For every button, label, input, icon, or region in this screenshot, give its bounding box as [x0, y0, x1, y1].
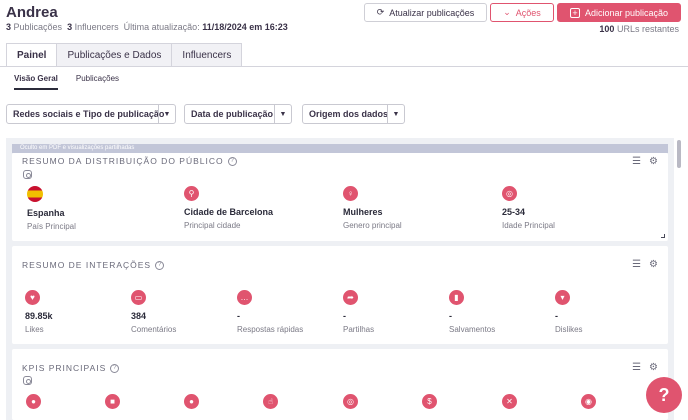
- help-icon[interactable]: ?: [227, 156, 237, 166]
- metric-quick-replies: … - Respostas rápidas: [237, 290, 303, 334]
- users-icon: ●: [184, 394, 199, 409]
- filter-data-origin[interactable]: Origem dos dados ▼: [302, 104, 405, 124]
- heart-icon: ♥: [25, 290, 40, 305]
- tab-influencers[interactable]: Influencers: [171, 43, 243, 67]
- filter-social-networks[interactable]: Redes sociais e Tipo de publicação ▼: [6, 104, 176, 124]
- publication-count: 3: [6, 22, 12, 32]
- main-tabs: Painel Publicações e Dados Influencers: [6, 43, 243, 67]
- card-title: KPIS PRINCIPAIS ?: [22, 363, 120, 373]
- target-icon: ◎: [343, 394, 358, 409]
- card-title: RESUMO DA DISTRIBUIÇÃO DO PÚBLICO ?: [22, 156, 237, 166]
- gear-icon[interactable]: ⚙: [649, 362, 658, 373]
- chevron-down-icon: ▼: [158, 105, 175, 123]
- comment-icon: ▭: [131, 290, 146, 305]
- actions-button[interactable]: ⌄ Ações: [490, 3, 554, 22]
- sub-tabs: Visão Geral Publicações: [14, 74, 119, 90]
- metric-top-country: Espanha País Principal: [27, 186, 76, 231]
- last-update-value: 11/18/2024 em 16:23: [202, 22, 288, 32]
- subtab-visao-geral[interactable]: Visão Geral: [14, 74, 58, 90]
- metric-top-city: ⚲ Cidade de Barcelona Principal cidade: [184, 186, 273, 230]
- gear-icon[interactable]: ⚙: [649, 259, 658, 270]
- refresh-icon: ⟳: [376, 7, 385, 17]
- gender-icon: ♀: [343, 186, 358, 201]
- spain-flag-icon: [27, 186, 43, 202]
- scrollbar-thumb[interactable]: [677, 140, 681, 168]
- help-chat-button[interactable]: ?: [646, 377, 682, 413]
- help-icon[interactable]: ?: [110, 363, 120, 373]
- dollar-icon: $: [422, 394, 437, 409]
- user-icon: ●: [26, 394, 41, 409]
- tabs-divider: [0, 66, 688, 67]
- summary-line: 3 Publicações 3 Influencers Última atual…: [6, 22, 288, 32]
- hidden-in-pdf-banner: Oculto em PDF e visualizações partilhada…: [12, 144, 668, 153]
- eye-icon: ◉: [581, 394, 596, 409]
- chevron-down-icon: ▼: [387, 105, 404, 123]
- quick-reply-icon: …: [237, 290, 252, 305]
- interactions-summary-card: RESUMO DE INTERAÇÕES ? ☰ ⚙ ♥ 89.85k Like…: [12, 246, 668, 344]
- gear-icon[interactable]: ⚙: [649, 156, 658, 167]
- plus-icon: +: [569, 7, 580, 18]
- instagram-icon: [23, 170, 32, 179]
- card-tools: ☰ ⚙: [632, 362, 658, 373]
- main-kpis-card: KPIS PRINCIPAIS ? ☰ ⚙ ● ■ ● ☝ ◎ $ ✕ ◉: [12, 349, 668, 420]
- tab-publicacoes-dados[interactable]: Publicações e Dados: [56, 43, 173, 67]
- last-update-label: Última atualização:: [123, 22, 200, 32]
- audience-distribution-card: RESUMO DA DISTRIBUIÇÃO DO PÚBLICO ? ☰ ⚙ …: [12, 153, 668, 241]
- chevron-down-icon: ⌄: [503, 7, 511, 17]
- target-icon: ◎: [502, 186, 517, 201]
- resize-handle[interactable]: [661, 234, 665, 238]
- metric-likes: ♥ 89.85k Likes: [25, 290, 53, 334]
- card-tools: ☰ ⚙: [632, 259, 658, 270]
- bookmark-icon: ▮: [449, 290, 464, 305]
- stop-icon: ■: [105, 394, 120, 409]
- filter-publication-date[interactable]: Data de publicação ▼: [184, 104, 292, 124]
- metric-shares: ➦ - Partilhas: [343, 290, 374, 334]
- metric-top-age: ◎ 25-34 Idade Principal: [502, 186, 555, 230]
- page-header: Andrea 3 Publicações 3 Influencers Últim…: [0, 0, 688, 44]
- scrollbar[interactable]: [677, 138, 682, 420]
- sliders-icon[interactable]: ☰: [632, 156, 641, 167]
- location-pin-icon: ⚲: [184, 186, 199, 201]
- publication-label: Publicações: [13, 22, 63, 32]
- metric-comments: ▭ 384 Comentários: [131, 290, 176, 334]
- tap-icon: ☝: [263, 394, 278, 409]
- question-icon: ?: [658, 384, 670, 405]
- sliders-icon[interactable]: ☰: [632, 362, 641, 373]
- metric-dislikes: ▾ - Dislikes: [555, 290, 583, 334]
- urls-remaining: 100 URLs restantes: [599, 24, 679, 34]
- share-icon: ➦: [343, 290, 358, 305]
- influencer-label: Influencers: [74, 22, 119, 32]
- help-icon[interactable]: ?: [155, 260, 165, 270]
- chevron-down-icon: ▼: [274, 105, 291, 123]
- metric-saves: ▮ - Salvamentos: [449, 290, 495, 334]
- influencer-count: 3: [67, 22, 73, 32]
- sliders-icon[interactable]: ☰: [632, 259, 641, 270]
- update-publications-button[interactable]: ⟳ Atualizar publicações: [364, 3, 487, 22]
- card-tools: ☰ ⚙: [632, 156, 658, 167]
- metric-top-gender: ♀ Mulheres Genero principal: [343, 186, 402, 230]
- tab-painel[interactable]: Painel: [6, 43, 58, 67]
- instagram-icon: [23, 376, 32, 385]
- thumbs-down-icon: ▾: [555, 290, 570, 305]
- subtab-publicacoes[interactable]: Publicações: [76, 74, 119, 90]
- add-publication-button[interactable]: + Adicionar publicação: [557, 3, 681, 22]
- shuffle-icon: ✕: [502, 394, 517, 409]
- page-title: Andrea: [6, 4, 58, 21]
- card-title: RESUMO DE INTERAÇÕES ?: [22, 260, 165, 270]
